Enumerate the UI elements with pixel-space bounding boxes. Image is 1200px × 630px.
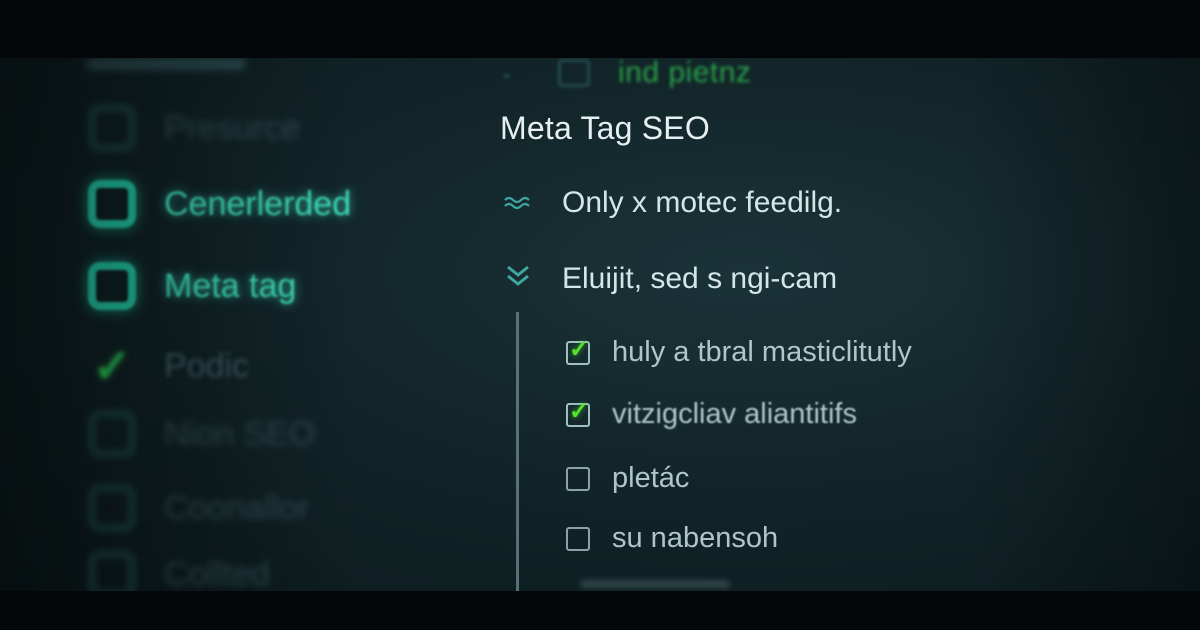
checkbox[interactable] xyxy=(88,410,136,458)
double-chevron-icon[interactable] xyxy=(500,263,536,295)
checkbox-checked[interactable]: ✓ xyxy=(566,336,590,365)
sub-item-label: huly a tbral masticlitutly xyxy=(612,336,912,368)
checkbox[interactable] xyxy=(88,550,136,591)
checkbox[interactable] xyxy=(88,484,136,532)
checkbox-checked[interactable]: ✓ xyxy=(566,398,590,427)
left-item-label: Cenerlerded xyxy=(164,184,352,223)
checkbox[interactable] xyxy=(88,180,136,228)
left-list-item[interactable]: Presurce xyxy=(88,98,300,158)
bottom-list-fragment xyxy=(580,580,730,588)
letterbox-bottom xyxy=(0,591,1200,630)
checkbox[interactable] xyxy=(88,104,136,152)
row-text: Only x motec feedilg. xyxy=(562,186,843,219)
sub-item[interactable]: pletác xyxy=(566,462,689,495)
left-list-item[interactable]: Meta tag xyxy=(88,256,296,316)
top-list-fragment: ⌄ ind pietnz xyxy=(500,58,752,89)
left-item-label: Collted xyxy=(164,554,270,592)
sub-item[interactable]: su nabensoh xyxy=(566,522,778,555)
screen: Presurce Cenerlerded Meta tag ✓ Podic Ni… xyxy=(0,58,1200,591)
sub-item-label: su nabensoh xyxy=(612,522,779,554)
left-list-item[interactable]: Nion SEO xyxy=(88,404,315,464)
top-fragment-label: ind pietnz xyxy=(618,58,752,89)
sub-item[interactable]: ✓ huly a tbral masticlitutly xyxy=(566,336,912,369)
row-text: Eluijit, sed s ngi-cam xyxy=(562,262,838,295)
panel-row[interactable]: Only x motec feedilg. xyxy=(500,186,842,220)
left-item-label: Podic xyxy=(164,346,250,385)
chevron-down-icon: ⌄ xyxy=(500,65,514,82)
left-item-label: Presurce xyxy=(164,108,301,147)
checkmark-icon: ✓ xyxy=(569,335,590,363)
sub-item-label: pletác xyxy=(612,462,690,494)
left-list-item[interactable]: ✓ Podic xyxy=(88,336,249,396)
checkbox[interactable] xyxy=(558,59,590,87)
letterbox-top xyxy=(0,0,1200,58)
left-item-label: Nion SEO xyxy=(164,414,316,453)
left-item-label: Coonallor xyxy=(164,488,310,527)
panel-row[interactable]: Eluijit, sed s ngi-cam xyxy=(500,262,837,296)
left-top-fragment xyxy=(86,58,246,70)
sub-item[interactable]: ✓ vitzigcliav aliantitifs xyxy=(566,398,857,431)
double-wave-icon xyxy=(500,190,536,216)
tree-connector xyxy=(516,312,519,591)
checkmark-icon: ✓ xyxy=(569,397,590,425)
left-item-label: Meta tag xyxy=(164,266,297,305)
panel-title: Meta Tag SEO xyxy=(500,110,710,146)
left-list-item[interactable]: Cenerlerded xyxy=(88,174,351,234)
checkbox[interactable] xyxy=(88,262,136,310)
checkbox[interactable] xyxy=(566,526,590,551)
checkbox[interactable] xyxy=(566,466,590,491)
checkmark-icon[interactable]: ✓ xyxy=(88,339,136,393)
left-checklist: Presurce Cenerlerded Meta tag ✓ Podic Ni… xyxy=(0,58,440,591)
left-list-item[interactable]: Coonallor xyxy=(88,478,310,538)
sub-item-label: vitzigcliav aliantitifs xyxy=(612,398,857,430)
left-list-item[interactable]: Collted xyxy=(88,544,270,591)
